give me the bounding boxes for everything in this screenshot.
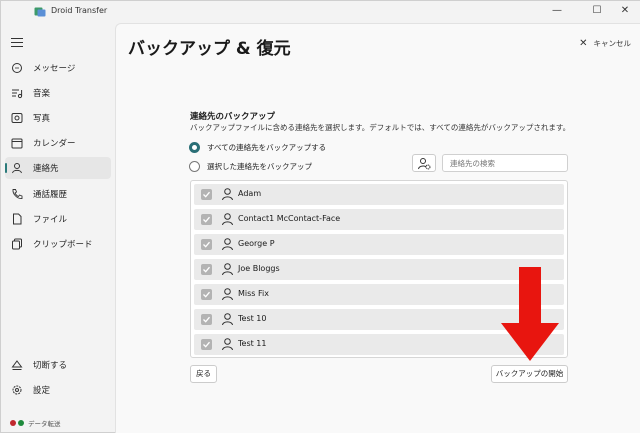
sidebar: メッセージ 音楽 写真 カレンダー 連絡先 通話履歴 ファイル クリップボード	[1, 23, 115, 433]
checkmark-icon	[203, 191, 210, 198]
checkmark-icon	[203, 291, 210, 298]
close-icon: ✕	[579, 38, 588, 49]
sidebar-item-label: 連絡先	[33, 164, 59, 174]
photo-icon	[11, 113, 23, 123]
contact-settings-button[interactable]	[412, 154, 436, 172]
contact-checkbox[interactable]	[201, 214, 212, 225]
sidebar-item-label: メッセージ	[33, 64, 76, 74]
droid-transfer-logo-icon	[34, 7, 46, 17]
sidebar-item-music[interactable]: 音楽	[5, 82, 111, 104]
message-icon	[12, 63, 22, 73]
phone-icon	[12, 189, 23, 199]
app-window: Droid Transfer — ☐ ✕ メッセージ 音楽 写真 カレンダー 連…	[0, 0, 640, 433]
radio-label: 選択した連絡先をバックアップ	[207, 162, 312, 171]
contact-name: Test 10	[238, 314, 267, 323]
sidebar-item-label: 音楽	[33, 89, 51, 99]
checkmark-icon	[203, 241, 210, 248]
maximize-button[interactable]: ☐	[589, 4, 605, 18]
person-icon	[222, 238, 233, 251]
music-icon	[12, 89, 23, 99]
sidebar-item-label: クリップボード	[33, 240, 93, 250]
sidebar-item-label: 写真	[33, 114, 51, 124]
person-icon	[222, 213, 233, 226]
contact-checkbox[interactable]	[201, 289, 212, 300]
person-icon	[12, 163, 22, 174]
contact-name: George P	[238, 239, 275, 248]
person-icon	[222, 288, 233, 301]
window-title: Droid Transfer	[51, 6, 108, 15]
contact-checkbox[interactable]	[201, 314, 212, 325]
sidebar-item-contacts[interactable]: 連絡先	[5, 157, 111, 179]
contact-search-input[interactable]	[442, 154, 568, 172]
sidebar-item-label: 切断する	[33, 361, 68, 371]
sidebar-item-label: カレンダー	[33, 139, 76, 149]
status-text: データ転送	[28, 420, 61, 428]
section-description: バックアップファイルに含める連絡先を選択します。デフォルトでは、すべての連絡先が…	[190, 123, 571, 132]
checkmark-icon	[203, 216, 210, 223]
close-window-button[interactable]: ✕	[617, 4, 633, 18]
contact-name: Miss Fix	[238, 289, 269, 298]
contact-checkbox[interactable]	[201, 264, 212, 275]
contact-checkbox[interactable]	[201, 339, 212, 350]
sidebar-item-settings[interactable]: 設定	[5, 379, 111, 401]
minimize-button[interactable]: —	[549, 4, 565, 18]
table-row[interactable]: Adam	[194, 184, 564, 205]
status-dot-green	[18, 420, 24, 426]
table-row[interactable]: Contact1 McContact-Face	[194, 209, 564, 230]
status-dot-red	[10, 420, 16, 426]
table-row[interactable]: George P	[194, 234, 564, 255]
connection-status: データ転送	[10, 418, 61, 428]
back-button[interactable]: 戻る	[190, 365, 217, 383]
red-down-arrow-annotation-icon	[501, 267, 559, 361]
cancel-button[interactable]: ✕ キャンセル	[579, 38, 631, 49]
contact-checkbox[interactable]	[201, 189, 212, 200]
person-icon	[222, 313, 233, 326]
page-title: バックアップ & 復元	[128, 39, 291, 59]
radio-backup-selected[interactable]: 選択した連絡先をバックアップ	[189, 161, 312, 172]
person-icon	[222, 263, 233, 276]
checkmark-icon	[203, 266, 210, 273]
contact-name: Joe Bloggs	[238, 264, 280, 273]
title-bar: Droid Transfer — ☐ ✕	[1, 1, 640, 23]
contact-name: Test 11	[238, 339, 267, 348]
checkmark-icon	[203, 316, 210, 323]
sidebar-item-label: 設定	[33, 386, 51, 396]
start-backup-button[interactable]: バックアップの開始	[491, 365, 568, 383]
sidebar-item-call-log[interactable]: 通話履歴	[5, 183, 111, 205]
contact-name: Adam	[238, 189, 262, 198]
radio-button-selected[interactable]	[189, 142, 200, 153]
sidebar-item-calendar[interactable]: カレンダー	[5, 132, 111, 154]
section-title: 連絡先のバックアップ	[190, 112, 276, 122]
main-panel: バックアップ & 復元 ✕ キャンセル 連絡先のバックアップ バックアップファイ…	[115, 23, 640, 433]
eject-icon	[11, 360, 23, 370]
contact-checkbox[interactable]	[201, 239, 212, 250]
radio-backup-all[interactable]: すべての連絡先をバックアップする	[189, 142, 326, 153]
sidebar-item-disconnect[interactable]: 切断する	[5, 354, 111, 376]
sidebar-item-label: ファイル	[33, 215, 68, 225]
gear-icon	[12, 385, 22, 395]
contact-name: Contact1 McContact-Face	[238, 214, 341, 223]
radio-button-unselected[interactable]	[189, 161, 200, 172]
checkmark-icon	[203, 341, 210, 348]
person-icon	[222, 338, 233, 351]
file-icon	[13, 213, 22, 225]
sidebar-item-photos[interactable]: 写真	[5, 107, 111, 129]
person-gear-icon	[418, 158, 431, 170]
hamburger-menu-icon[interactable]	[11, 38, 23, 48]
calendar-icon	[11, 138, 23, 149]
sidebar-item-label: 通話履歴	[33, 190, 68, 200]
cancel-label: キャンセル	[593, 39, 632, 48]
clipboard-icon	[12, 238, 22, 250]
radio-label: すべての連絡先をバックアップする	[207, 143, 327, 152]
sidebar-item-messages[interactable]: メッセージ	[5, 57, 111, 79]
person-icon	[222, 188, 233, 201]
sidebar-item-clipboard[interactable]: クリップボード	[5, 233, 111, 255]
sidebar-item-files[interactable]: ファイル	[5, 208, 111, 230]
